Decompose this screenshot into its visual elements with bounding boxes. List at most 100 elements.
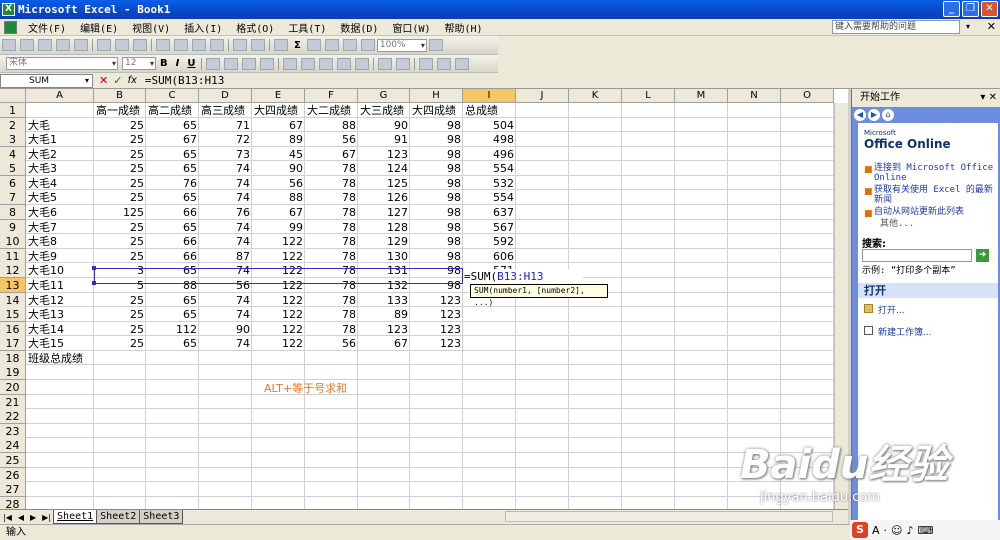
cell[interactable]: 98 [410,220,463,235]
link-auto-update[interactable]: 自动从网站更新此列表 [874,207,996,217]
cell[interactable]: 89 [252,132,305,147]
cell[interactable]: 129 [358,234,410,249]
cell[interactable]: 71 [199,118,252,133]
column-header-N[interactable]: N [728,89,781,103]
cell[interactable]: 65 [146,190,199,205]
cell[interactable]: 90 [358,118,410,133]
percent-icon[interactable] [301,57,316,70]
cell[interactable]: 498 [463,132,516,147]
prev-sheet-icon[interactable]: ◀ [15,513,27,522]
cell[interactable]: 99 [252,220,305,235]
cell[interactable]: 25 [94,132,146,147]
cell[interactable]: 125 [358,176,410,191]
cell[interactable]: 98 [410,190,463,205]
cell[interactable]: 大毛6 [26,205,94,220]
menu-insert[interactable]: 插入(I) [177,20,229,35]
align-right-icon[interactable] [242,57,257,70]
new-workbook-link[interactable]: 新建工作簿... [878,325,932,338]
cell[interactable]: 78 [305,205,358,220]
column-header-C[interactable]: C [146,89,199,103]
cell[interactable]: 98 [410,147,463,162]
row-header-17[interactable]: 17 [0,336,26,352]
cell[interactable]: 45 [252,147,305,162]
menu-file[interactable]: 文件(F) [21,20,73,35]
cell[interactable]: 56 [252,176,305,191]
cell[interactable]: 78 [305,190,358,205]
cell[interactable]: 78 [305,249,358,264]
permission-icon[interactable] [56,39,70,51]
cell[interactable]: 567 [463,220,516,235]
cell[interactable]: 高一成绩 [94,103,146,118]
column-header-F[interactable]: F [305,89,358,103]
selection-handle[interactable] [92,281,96,285]
font-color-icon[interactable] [455,57,470,70]
underline-button[interactable]: U [183,58,199,69]
restore-button[interactable]: ❐ [962,1,979,17]
redo-icon[interactable] [251,39,265,51]
formula-input[interactable]: =SUM(B13:H13 [145,74,224,87]
cell[interactable]: 78 [305,220,358,235]
decrease-indent-icon[interactable] [378,57,393,70]
cell[interactable]: 90 [252,161,305,176]
back-icon[interactable]: ◀ [854,109,866,121]
row-header-28[interactable]: 28 [0,496,26,509]
new-icon[interactable] [2,39,16,51]
cell[interactable]: 122 [252,293,305,308]
comma-icon[interactable] [319,57,334,70]
print-icon[interactable] [97,39,111,51]
cancel-icon[interactable]: ✕ [99,74,108,87]
cell[interactable]: 25 [94,249,146,264]
link-office-online[interactable]: 连接到 Microsoft Office Online [874,163,996,183]
row-header-5[interactable]: 5 [0,161,26,177]
cell[interactable]: 65 [146,336,199,351]
cell[interactable]: 592 [463,234,516,249]
cell[interactable]: 130 [358,249,410,264]
cell[interactable]: 大毛 [26,118,94,133]
cell[interactable]: 122 [252,336,305,351]
cell[interactable]: 123 [410,293,463,308]
cell[interactable]: 73 [199,147,252,162]
cell[interactable]: 总成绩 [463,103,516,118]
row-header-24[interactable]: 24 [0,438,26,454]
cell[interactable]: 56 [305,132,358,147]
column-header-L[interactable]: L [622,89,675,103]
mic-icon[interactable]: ♪ [907,524,914,537]
cell[interactable]: 76 [199,205,252,220]
column-header-J[interactable]: J [516,89,569,103]
menu-format[interactable]: 格式(O) [229,20,281,35]
cell[interactable]: 大二成绩 [305,103,358,118]
cell[interactable]: 98 [410,132,463,147]
undo-icon[interactable] [233,39,247,51]
row-header-19[interactable]: 19 [0,365,26,381]
row-header-4[interactable]: 4 [0,146,26,162]
column-header-K[interactable]: K [569,89,622,103]
font-size-select[interactable]: 12 [122,57,156,70]
menu-edit[interactable]: 编辑(E) [73,20,125,35]
print-preview-icon[interactable] [115,39,129,51]
cell[interactable]: 大毛15 [26,336,94,351]
last-sheet-icon[interactable]: ▶| [39,513,54,522]
cell[interactable]: 78 [305,176,358,191]
column-header-B[interactable]: B [94,89,146,103]
currency-icon[interactable] [283,57,298,70]
cell[interactable]: 大毛2 [26,147,94,162]
row-header-16[interactable]: 16 [0,321,26,337]
column-header-O[interactable]: O [781,89,834,103]
cell[interactable]: 98 [410,205,463,220]
cell[interactable]: 高二成绩 [146,103,199,118]
cell[interactable]: 554 [463,190,516,205]
cell[interactable]: 25 [94,176,146,191]
row-header-15[interactable]: 15 [0,307,26,323]
cell[interactable]: 98 [410,234,463,249]
cell[interactable]: 大毛13 [26,307,94,322]
insert-function-icon[interactable]: fx [127,75,136,86]
cell[interactable]: 91 [358,132,410,147]
cell[interactable]: 123 [358,147,410,162]
cell[interactable]: 133 [358,293,410,308]
row-header-9[interactable]: 9 [0,219,26,235]
cell[interactable]: 大毛8 [26,234,94,249]
cell[interactable]: 88 [305,118,358,133]
cell[interactable]: 87 [199,249,252,264]
cell[interactable]: 74 [199,176,252,191]
cell[interactable]: 72 [199,132,252,147]
